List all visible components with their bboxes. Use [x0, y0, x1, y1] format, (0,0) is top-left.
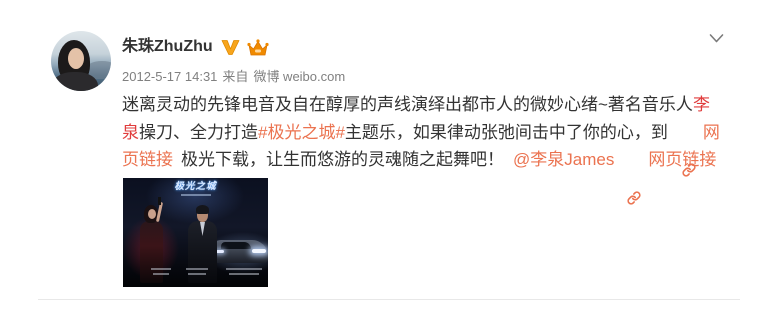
link-icon — [627, 151, 641, 205]
keyword-highlight: 泉 — [122, 122, 139, 142]
poster-credit-mark — [186, 268, 208, 270]
post-text-segment: 迷离灵动的先锋电音及自在醇厚的声线演绎出都市人的微妙心绪~著名音乐人 — [122, 95, 693, 115]
chevron-down-icon[interactable] — [709, 33, 724, 44]
poster-credit-mark — [151, 268, 171, 270]
poster-woman-face — [148, 209, 156, 219]
keyword-highlight: 李 — [692, 95, 710, 115]
poster-car-headlight — [216, 250, 224, 253]
web-link-2[interactable]: 网页链接 — [627, 145, 716, 205]
mention-link[interactable]: @李泉James — [513, 145, 614, 170]
web-link-1-text[interactable]: 网 — [703, 118, 720, 143]
web-link-2-text[interactable]: 网页链接 — [648, 145, 716, 170]
post-source-link[interactable]: 微博 weibo.com — [253, 69, 345, 85]
poster-man-hair — [196, 205, 209, 214]
post-text-line: 页链接 极光下载，让生而悠游的灵魂随之起舞吧！ @李泉James 网页链接 — [122, 144, 742, 205]
poster-car-headlight — [252, 249, 266, 253]
post-text-segment: 主题乐，如果律动张弛间击中了你的心，到 — [344, 122, 668, 142]
web-link-1-text-continued[interactable]: 页链接 — [122, 145, 173, 170]
poster-credit-mark — [188, 273, 206, 275]
poster-gun — [158, 197, 161, 205]
poster-title: 极光之城 — [174, 181, 217, 192]
post-time-link[interactable]: 2012-5-17 14:31 — [122, 69, 217, 85]
post-text-line: 迷离灵动的先锋电音及自在醇厚的声线演绎出都市人的微妙心绪~著名音乐人 李 — [122, 89, 742, 117]
post-divider — [38, 299, 740, 300]
poster-car-window — [221, 242, 251, 249]
post-text: 迷离灵动的先锋电音及自在醇厚的声线演绎出都市人的微妙心绪~著名音乐人 李 泉 操… — [122, 89, 742, 205]
web-link-1[interactable]: 网 — [682, 118, 720, 177]
post-meta: 2012-5-17 14:31 来自 微博 weibo.com — [122, 69, 345, 85]
link-icon — [682, 123, 696, 177]
poster-credit-mark — [226, 268, 262, 270]
avatar-shoulders — [52, 72, 98, 91]
member-crown-icon[interactable] — [247, 39, 269, 57]
post-text-line: 泉 操刀、全力打造 #极光之城# 主题乐，如果律动张弛间击中了你的心，到 网 — [122, 117, 742, 177]
from-label: 来自 — [222, 69, 249, 84]
avatar[interactable] — [51, 31, 111, 91]
post-image-thumbnail[interactable]: 极光之城 — [123, 178, 268, 287]
weibo-post-card: 朱珠ZhuZhu 2012-5-17 14:31 来自 微博 weibo.com… — [0, 0, 764, 310]
avatar-face — [68, 48, 84, 69]
author-name[interactable]: 朱珠ZhuZhu — [122, 38, 213, 56]
verified-v-icon[interactable] — [221, 39, 240, 56]
topic-link[interactable]: #极光之城# — [258, 118, 345, 143]
post-text-segment: 极光下载，让生而悠游的灵魂随之起舞吧！ — [181, 150, 504, 170]
poster-credit-mark — [153, 273, 169, 275]
post-text-segment: 操刀、全力打造 — [139, 122, 258, 142]
poster-credit-mark — [229, 273, 259, 275]
poster-subtitle-mark — [181, 194, 211, 196]
